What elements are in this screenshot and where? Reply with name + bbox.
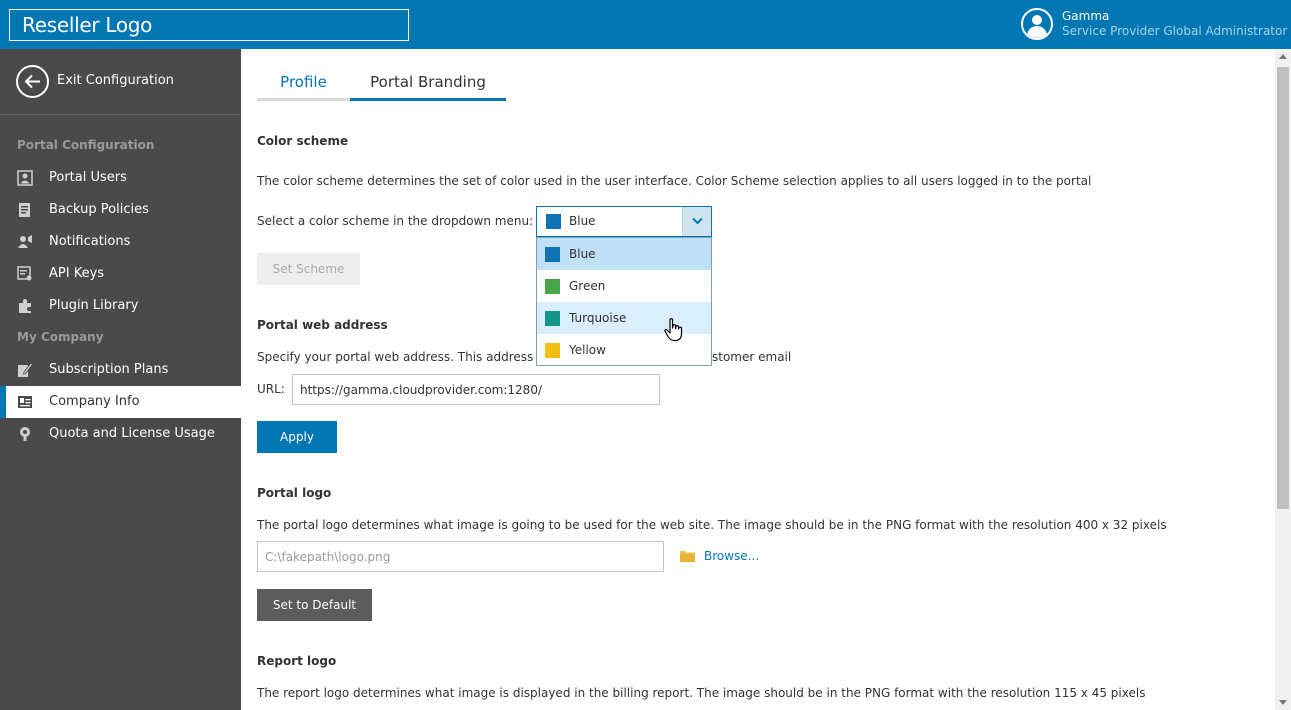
logo-file-input[interactable]	[257, 541, 664, 572]
sidebar-item-label: Quota and License Usage	[49, 426, 215, 441]
set-to-default-button[interactable]: Set to Default	[257, 589, 372, 621]
policy-icon	[17, 202, 33, 218]
report-logo-description: The report logo determines what image is…	[257, 686, 1146, 700]
sidebar: Exit Configuration Portal Configuration …	[0, 49, 242, 710]
sidebar-item-label: Company Info	[49, 394, 140, 409]
vertical-scrollbar[interactable]	[1275, 49, 1291, 710]
portal-web-address-description-end: stomer email	[712, 350, 792, 364]
sidebar-item-portal-users[interactable]: Portal Users	[0, 162, 241, 194]
user-role: Service Provider Global Administrator	[1062, 24, 1288, 38]
tab-portal-branding[interactable]: Portal Branding	[350, 73, 506, 101]
key-icon	[17, 266, 33, 282]
reseller-logo[interactable]: Reseller Logo	[9, 9, 409, 41]
report-logo-title: Report logo	[257, 654, 337, 668]
sidebar-item-company-info[interactable]: Company Info	[0, 386, 242, 418]
blue-swatch	[545, 247, 560, 262]
color-option-turquoise[interactable]: Turquoise	[537, 302, 711, 334]
sidebar-item-label: API Keys	[49, 266, 105, 281]
sidebar-item-subscription-plans[interactable]: Subscription Plans	[0, 354, 241, 386]
sidebar-item-label: Portal Users	[49, 170, 127, 185]
tab-profile[interactable]: Profile	[257, 73, 350, 101]
scroll-down-arrow-icon	[1279, 700, 1287, 705]
color-scheme-select-label: Select a color scheme in the dropdown me…	[257, 214, 534, 228]
plugin-icon	[17, 298, 33, 314]
sidebar-item-label: Subscription Plans	[49, 362, 169, 377]
browse-label: Browse...	[704, 549, 760, 563]
scrollbar-thumb[interactable]	[1277, 67, 1289, 509]
blue-swatch	[546, 214, 561, 229]
user-menu[interactable]: Gamma Service Provider Global Administra…	[1021, 0, 1291, 49]
users-icon	[17, 170, 33, 186]
portal-logo-title: Portal logo	[257, 486, 332, 500]
color-option-green[interactable]: Green	[537, 270, 711, 302]
plans-icon	[17, 362, 34, 378]
sidebar-item-quota-license-usage[interactable]: Quota and License Usage	[0, 418, 241, 450]
color-scheme-description: The color scheme determines the set of c…	[257, 174, 1092, 188]
company-icon	[17, 394, 33, 410]
sidebar-item-label: Plugin Library	[49, 298, 139, 313]
chevron-down-icon	[692, 217, 703, 225]
green-swatch	[545, 279, 560, 294]
sidebar-item-label: Backup Policies	[49, 202, 149, 217]
color-option-label: Blue	[569, 247, 596, 261]
back-arrow-icon	[16, 65, 49, 98]
set-scheme-button[interactable]: Set Scheme	[257, 253, 360, 285]
sidebar-item-plugin-library[interactable]: Plugin Library	[0, 290, 241, 322]
quota-icon	[17, 426, 33, 442]
color-option-blue[interactable]: Blue	[537, 238, 711, 270]
color-option-yellow[interactable]: Yellow	[537, 334, 711, 366]
top-header: Reseller Logo Gamma Service Provider Glo…	[0, 0, 1291, 49]
color-scheme-selected-value: Blue	[569, 214, 596, 228]
color-scheme-dropdown: Blue Green Turquoise Yellow	[536, 237, 712, 366]
color-scheme-select[interactable]: Blue	[536, 206, 712, 237]
color-option-label: Turquoise	[569, 311, 627, 325]
yellow-swatch	[545, 343, 560, 358]
user-avatar-icon[interactable]	[1021, 8, 1053, 40]
main-content: Profile Portal Branding Color scheme The…	[241, 49, 1291, 710]
bell-icon	[17, 234, 33, 250]
folder-icon	[680, 551, 695, 562]
user-name: Gamma	[1062, 9, 1110, 23]
url-input[interactable]	[292, 374, 660, 405]
url-label: URL:	[257, 382, 285, 396]
color-option-label: Green	[569, 279, 606, 293]
apply-button[interactable]: Apply	[257, 421, 337, 453]
sidebar-item-notifications[interactable]: Notifications	[0, 226, 241, 258]
dropdown-toggle[interactable]	[682, 207, 711, 236]
hand-cursor-icon	[664, 318, 683, 342]
sidebar-item-backup-policies[interactable]: Backup Policies	[0, 194, 241, 226]
exit-configuration-button[interactable]: Exit Configuration	[0, 49, 241, 115]
sidebar-item-label: Notifications	[49, 234, 131, 249]
turquoise-swatch	[545, 311, 560, 326]
portal-web-address-title: Portal web address	[257, 318, 388, 332]
scroll-up-arrow-icon	[1279, 54, 1287, 59]
section-portal-configuration: Portal Configuration	[17, 138, 155, 152]
sidebar-item-api-keys[interactable]: API Keys	[0, 258, 241, 290]
section-my-company: My Company	[17, 330, 104, 344]
color-scheme-title: Color scheme	[257, 134, 349, 148]
portal-web-address-description-start: Specify your portal web address. This ad…	[257, 350, 547, 364]
color-option-label: Yellow	[569, 343, 606, 357]
exit-configuration-label: Exit Configuration	[57, 73, 174, 88]
portal-logo-description: The portal logo determines what image is…	[257, 518, 1167, 532]
